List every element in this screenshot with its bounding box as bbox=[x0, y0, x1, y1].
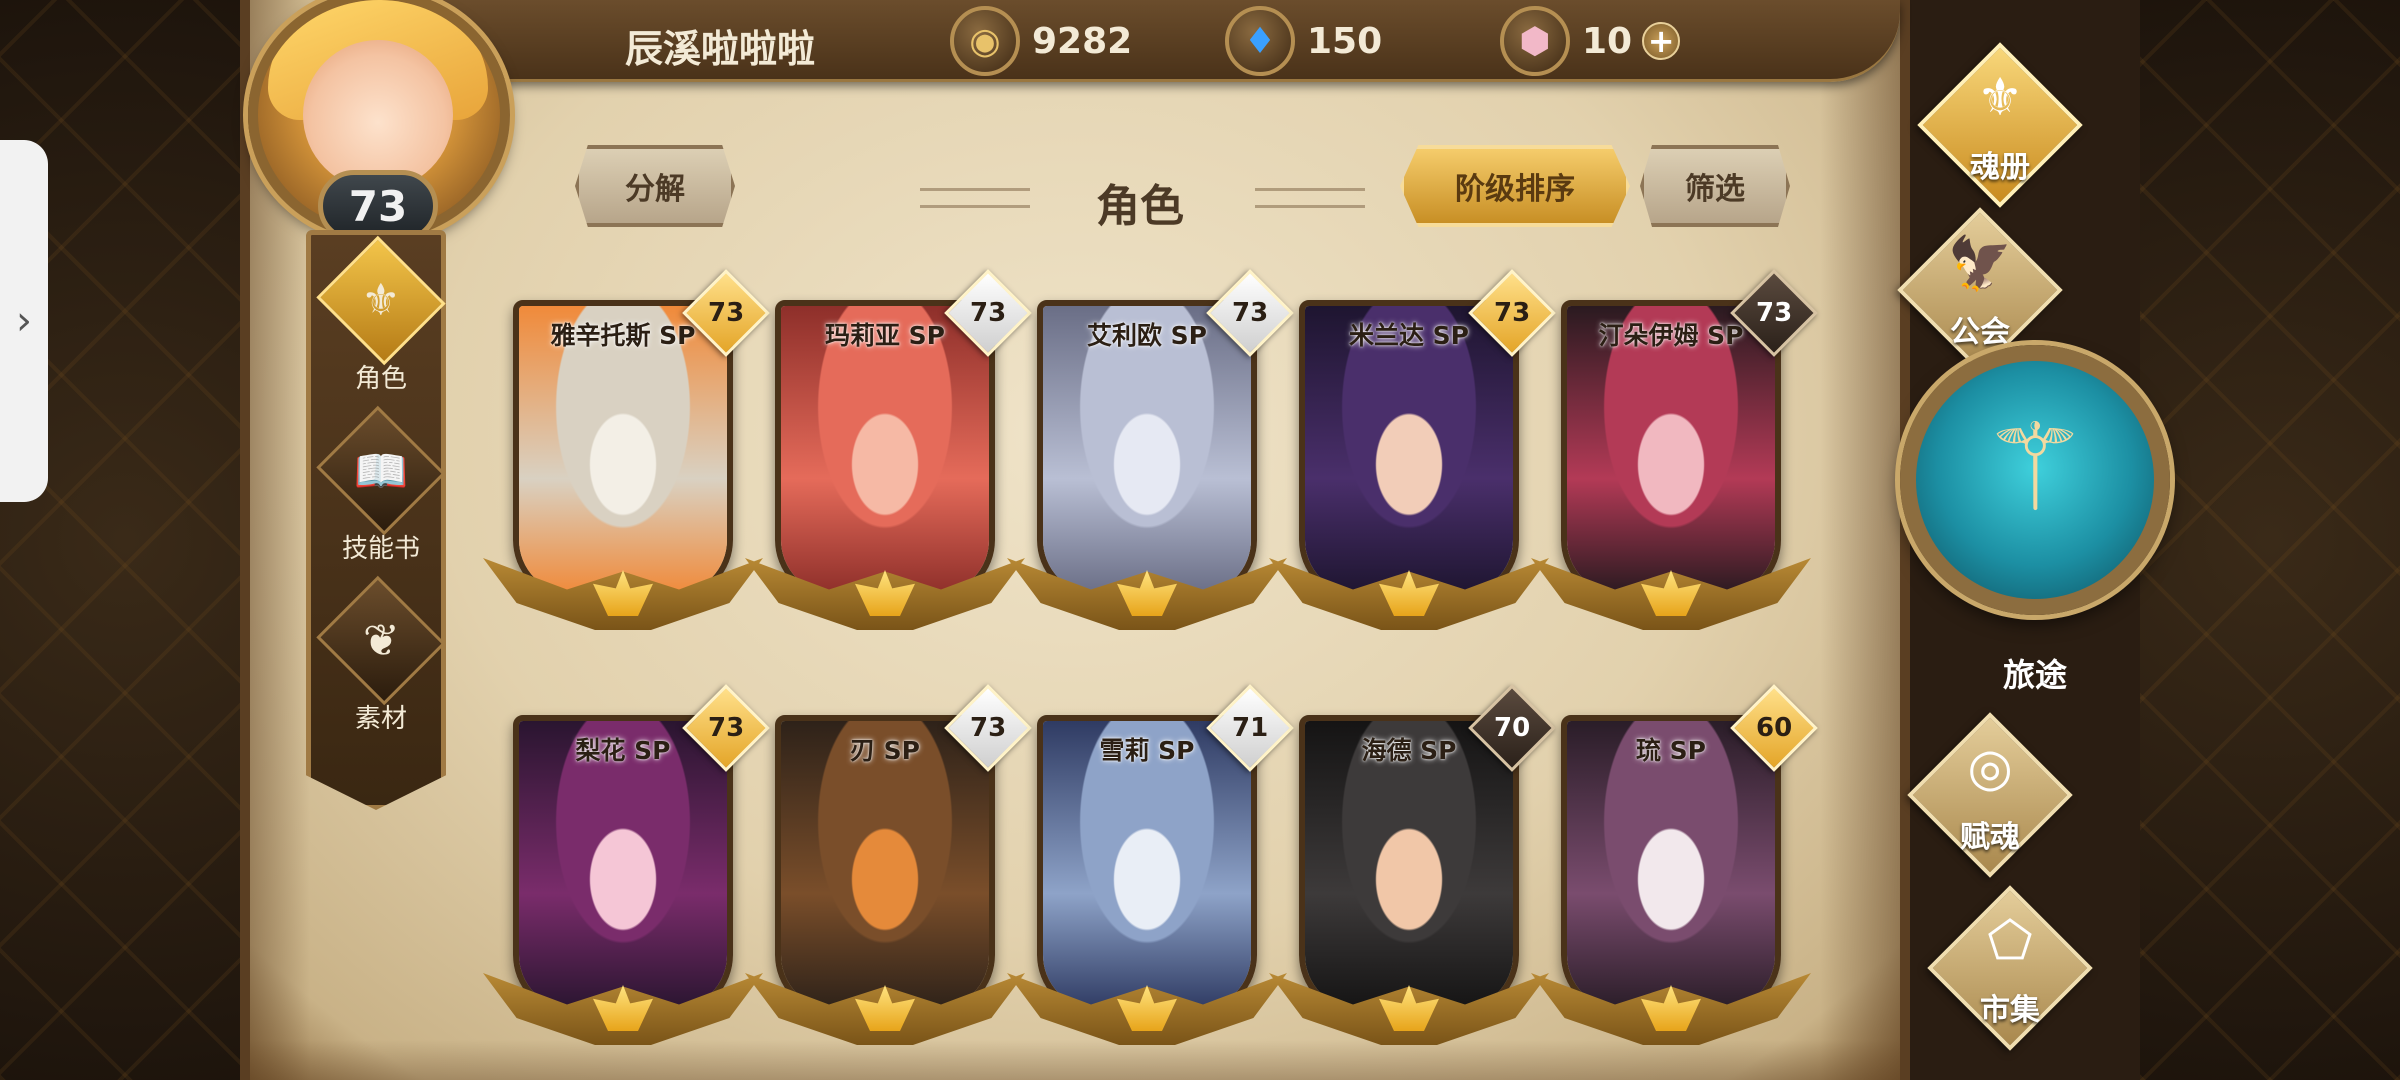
player-name: 辰溪啦啦啦 bbox=[625, 27, 816, 71]
pink-gem-icon: ⬢ bbox=[1500, 6, 1570, 76]
character-portrait: 艾利欧 SP bbox=[1037, 300, 1257, 600]
sort-by-rank-button[interactable]: 阶级排序 bbox=[1400, 145, 1630, 227]
character-card[interactable]: 梨花 SP 73 bbox=[483, 684, 770, 1045]
character-card[interactable]: 米兰达 SP 73 bbox=[1269, 269, 1556, 630]
title-ornament-left bbox=[920, 188, 1030, 208]
sidenav-label-characters: 角色 bbox=[354, 364, 407, 394]
character-portrait: 海德 SP bbox=[1299, 715, 1519, 1015]
soul-book-icon: ⚜ bbox=[1976, 68, 2024, 128]
add-gem-button[interactable]: + bbox=[1642, 22, 1681, 60]
gold-resource[interactable]: ◉ 9282 bbox=[950, 6, 1132, 76]
character-card[interactable]: 海德 SP 70 bbox=[1269, 684, 1556, 1045]
gold-coin-icon: ◉ bbox=[950, 6, 1020, 76]
sidenav-label-skill-books: 技能书 bbox=[341, 534, 420, 564]
guild-icon: 🦅 bbox=[1947, 234, 2013, 294]
character-level: 71 bbox=[1231, 713, 1269, 743]
character-level: 73 bbox=[1231, 298, 1269, 328]
gold-value: 9282 bbox=[1032, 20, 1133, 62]
character-card[interactable]: 刃 SP 73 bbox=[745, 684, 1032, 1045]
page-title: 角色 bbox=[1096, 181, 1184, 232]
material-icon: ❦ bbox=[362, 615, 400, 666]
blue-crystal-icon: ♦ bbox=[1225, 6, 1295, 76]
sidenav-item-characters[interactable]: ⚜ 角色 bbox=[311, 235, 446, 395]
side-nav: ⚜ 角色 📖 技能书 ❦ 素材 bbox=[306, 230, 446, 810]
character-portrait: 玛莉亚 SP bbox=[775, 300, 995, 600]
helmet-icon: ⚜ bbox=[361, 274, 401, 326]
menu-soul-book[interactable]: ⚜ 魂册 bbox=[1890, 42, 2110, 208]
character-portrait: 雅辛托斯 SP bbox=[513, 300, 733, 600]
character-portrait: 雪莉 SP bbox=[1037, 715, 1257, 1015]
character-level: 73 bbox=[969, 713, 1007, 743]
menu-label-market: 市集 bbox=[1980, 993, 2040, 1028]
chevron-right-icon: › bbox=[16, 298, 32, 344]
journey-emblem-icon: ⚚ bbox=[1981, 399, 2089, 538]
menu-label-soul-book: 魂册 bbox=[1970, 150, 2030, 185]
character-portrait: 刃 SP bbox=[775, 715, 995, 1015]
menu-label-soul-infuse: 赋魂 bbox=[1960, 820, 2020, 855]
sidenav-label-materials: 素材 bbox=[354, 704, 407, 734]
filter-button[interactable]: 筛选 bbox=[1640, 145, 1790, 227]
character-level: 70 bbox=[1493, 713, 1531, 743]
character-card[interactable]: 玛莉亚 SP 73 bbox=[745, 269, 1032, 630]
character-card[interactable]: 雅辛托斯 SP 73 bbox=[483, 269, 770, 630]
character-portrait: 汀朵伊姆 SP bbox=[1561, 300, 1781, 600]
journey-button[interactable]: ⚚ 旅途 bbox=[1900, 345, 2170, 695]
character-portrait: 琉 SP bbox=[1561, 715, 1781, 1015]
soul-swirl-icon: ◎ bbox=[1967, 738, 2013, 798]
right-background bbox=[2140, 0, 2400, 1080]
character-level: 60 bbox=[1755, 713, 1793, 743]
character-card[interactable]: 雪莉 SP 71 bbox=[1007, 684, 1294, 1045]
menu-guild[interactable]: 🦅 公会 bbox=[1870, 207, 2090, 373]
character-level: 73 bbox=[969, 298, 1007, 328]
character-level: 73 bbox=[707, 713, 745, 743]
skill-book-icon: 📖 bbox=[353, 445, 409, 497]
gem-resource[interactable]: ⬢ 10 + bbox=[1500, 6, 1681, 76]
sidenav-item-skill-books[interactable]: 📖 技能书 bbox=[311, 405, 446, 565]
edge-panel-handle[interactable]: › bbox=[0, 140, 48, 502]
character-card[interactable]: 艾利欧 SP 73 bbox=[1007, 269, 1294, 630]
character-portrait: 梨花 SP bbox=[513, 715, 733, 1015]
character-level: 73 bbox=[707, 298, 745, 328]
crystal-value: 150 bbox=[1307, 20, 1383, 62]
title-ornament-right bbox=[1255, 188, 1365, 208]
menu-soul-infuse[interactable]: ◎ 赋魂 bbox=[1880, 712, 2100, 878]
character-level: 73 bbox=[1755, 298, 1793, 328]
gem-value: 10 bbox=[1582, 20, 1633, 62]
decompose-button[interactable]: 分解 bbox=[575, 145, 735, 227]
market-icon: ⬠ bbox=[1987, 911, 2033, 971]
character-level: 73 bbox=[1493, 298, 1531, 328]
menu-market[interactable]: ⬠ 市集 bbox=[1900, 885, 2120, 1051]
sidenav-item-materials[interactable]: ❦ 素材 bbox=[311, 575, 446, 735]
character-card[interactable]: 汀朵伊姆 SP 73 bbox=[1531, 269, 1818, 630]
character-portrait: 米兰达 SP bbox=[1299, 300, 1519, 600]
crystal-resource[interactable]: ♦ 150 bbox=[1225, 6, 1382, 76]
character-card[interactable]: 琉 SP 60 bbox=[1531, 684, 1818, 1045]
journey-label: 旅途 bbox=[2002, 656, 2067, 694]
